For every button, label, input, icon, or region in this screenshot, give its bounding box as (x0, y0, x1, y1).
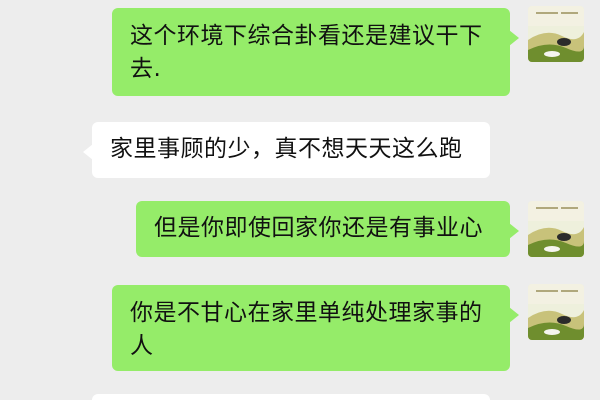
landscape-avatar-icon (528, 284, 584, 340)
my-avatar[interactable] (528, 284, 584, 340)
my-avatar[interactable] (528, 201, 584, 257)
message-text: 家里事顾的少，真不想天天这么跑 (110, 136, 463, 162)
landscape-avatar-icon (528, 201, 584, 257)
chat-message-list[interactable]: 这个环境下综合卦看还是建议干下去. 家里事顾的少，真不想天天这么跑 但是你即使回… (0, 0, 600, 400)
message-bubble-sent[interactable]: 这个环境下综合卦看还是建议干下去. (112, 8, 519, 96)
message-bubble-received[interactable]: 家里事顾的少，真不想天天这么跑 (83, 122, 490, 178)
landscape-avatar-icon (528, 6, 584, 62)
message-bubble-sent[interactable]: 你是不甘心在家里单纯处理家事的人 (112, 285, 519, 371)
my-avatar[interactable] (528, 6, 584, 62)
message-text: 你是不甘心在家里单纯处理家事的人 (130, 300, 483, 359)
message-text: 这个环境下综合卦看还是建议干下去. (130, 23, 483, 82)
message-text: 但是你即使回家你还是有事业心 (154, 215, 483, 241)
message-bubble-received[interactable] (92, 394, 490, 400)
message-bubble-sent[interactable]: 但是你即使回家你还是有事业心 (136, 201, 519, 257)
